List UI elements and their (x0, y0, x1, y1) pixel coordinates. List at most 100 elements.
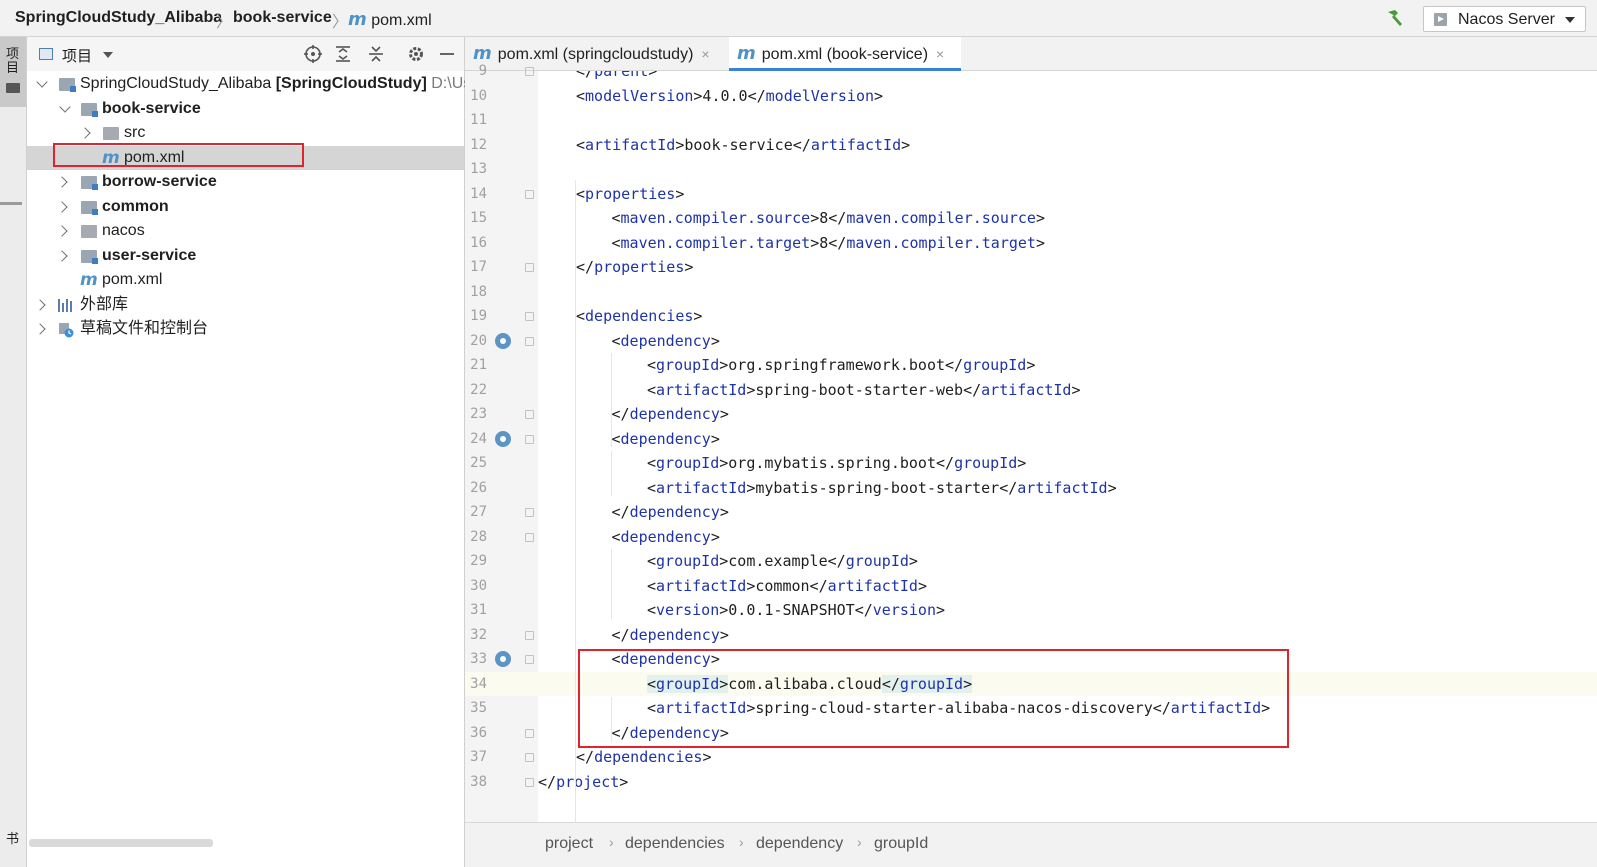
tree-item-root-pom[interactable]: m pom.xml (27, 268, 464, 292)
fold-marker-icon[interactable] (525, 336, 534, 346)
code-line[interactable]: </dependency> (612, 500, 729, 525)
chevron-right-icon[interactable] (79, 127, 91, 139)
build-hammer-icon[interactable] (1384, 7, 1406, 29)
tree-item-src[interactable]: src (27, 121, 464, 145)
breadcrumb-dependency[interactable]: dependency (756, 835, 843, 853)
chevron-down-icon[interactable] (59, 101, 71, 113)
fold-marker-icon[interactable] (525, 434, 534, 444)
fold-marker-icon[interactable] (525, 753, 534, 762)
dependency-update-icon[interactable] (495, 430, 511, 447)
tree-item-scratches[interactable]: 草稿文件和控制台 (27, 317, 464, 341)
code-line[interactable]: <modelVersion>4.0.0</modelVersion> (576, 84, 883, 109)
fold-marker-icon[interactable] (525, 777, 534, 787)
run-configuration-select[interactable]: Nacos Server (1423, 6, 1586, 32)
chevron-right-icon[interactable] (56, 176, 68, 188)
project-panel-title[interactable]: 项目 (62, 45, 92, 66)
fold-marker-icon[interactable] (525, 312, 534, 321)
dependency-update-icon[interactable] (495, 332, 511, 349)
code-line[interactable]: <version>0.0.1-SNAPSHOT</version> (647, 598, 945, 623)
fold-marker-icon[interactable] (525, 655, 534, 664)
code-line[interactable]: <groupId>com.example</groupId> (647, 549, 918, 574)
xml-text: < (647, 454, 657, 472)
xml-text: < (647, 478, 657, 497)
tree-item-root[interactable]: SpringCloudStudy_Alibaba [SpringCloudStu… (27, 72, 471, 96)
code-line[interactable]: </dependency> (612, 402, 729, 427)
tree-item-common[interactable]: common (27, 195, 464, 219)
tree-item-borrow-service[interactable]: borrow-service (27, 170, 464, 194)
fold-marker-icon[interactable] (525, 728, 534, 738)
code-line[interactable]: <maven.compiler.source>8</maven.compiler… (612, 206, 1046, 231)
xml-tag-name: maven.compiler.target (846, 233, 1036, 252)
code-line[interactable]: <artifactId>common</artifactId> (647, 574, 927, 599)
expand-all-icon[interactable] (333, 44, 353, 64)
code-line[interactable]: <dependency> (612, 427, 720, 452)
breadcrumb-separator: › (857, 834, 862, 850)
xml-text: > (719, 625, 729, 644)
code-line[interactable]: </parent> (576, 71, 657, 84)
code-line[interactable]: <artifactId>mybatis-spring-boot-starter<… (647, 476, 1117, 501)
line-number: 31 (470, 602, 487, 618)
bookmarks-tool-label[interactable]: 书 (6, 832, 20, 846)
xml-tag-name: modelVersion (585, 86, 694, 105)
code-line[interactable]: <artifactId>spring-boot-starter-web</art… (647, 378, 1081, 403)
chevron-down-icon[interactable] (36, 76, 48, 88)
tree-item-label: borrow-service (102, 173, 217, 190)
fold-marker-icon[interactable] (525, 189, 534, 199)
code-line[interactable]: <maven.compiler.target>8</maven.compiler… (612, 231, 1046, 256)
fold-marker-icon[interactable] (525, 630, 534, 640)
collapse-all-icon[interactable] (366, 44, 386, 64)
code-line[interactable]: </project> (538, 770, 628, 795)
horizontal-scrollbar[interactable] (29, 839, 213, 847)
code-line[interactable]: </properties> (576, 255, 693, 280)
code-line[interactable]: <groupId>org.mybatis.spring.boot</groupI… (647, 451, 1026, 476)
close-icon[interactable]: × (701, 46, 709, 62)
code-line[interactable]: </dependency> (612, 623, 729, 648)
fold-marker-icon[interactable] (525, 508, 534, 517)
chevron-right-icon[interactable] (56, 225, 68, 237)
module-folder-icon (81, 176, 98, 190)
breadcrumb-module[interactable]: book-service (233, 9, 332, 27)
xml-text: > (1017, 454, 1027, 472)
tree-item-external-libraries[interactable]: 外部库 (27, 293, 464, 317)
xml-tag-name: dependencies (594, 748, 703, 766)
breadcrumb-project[interactable]: SpringCloudStudy_Alibaba (15, 9, 222, 27)
code-line[interactable]: <dependencies> (576, 304, 702, 329)
chevron-down-icon[interactable] (103, 52, 113, 58)
chevron-right-icon[interactable] (56, 201, 68, 213)
breadcrumb-dependencies[interactable]: dependencies (625, 835, 725, 853)
xml-text: > (936, 601, 946, 619)
dependency-update-icon[interactable] (495, 651, 511, 667)
code-line[interactable]: <groupId>org.springframework.boot</group… (647, 353, 1035, 378)
line-number: 20 (470, 332, 487, 349)
xml-tag-name: version (656, 601, 720, 619)
fold-marker-icon[interactable] (525, 67, 534, 76)
tab-pom-book-service[interactable]: m pom.xml (book-service) × (729, 37, 961, 71)
code-line[interactable]: <artifactId>book-service</artifactId> (576, 133, 910, 158)
fold-marker-icon[interactable] (525, 532, 534, 542)
hide-panel-icon[interactable] (437, 44, 457, 64)
line-number: 9 (478, 63, 487, 79)
locate-file-icon[interactable] (303, 44, 323, 64)
gear-icon[interactable] (406, 44, 426, 64)
breadcrumb-file[interactable]: m pom.xml (348, 9, 432, 30)
breadcrumb-project[interactable]: project (545, 835, 593, 853)
tree-item-user-service[interactable]: user-service (27, 244, 464, 268)
fold-marker-icon[interactable] (525, 410, 534, 419)
chevron-right-icon[interactable] (56, 250, 68, 262)
chevron-right-icon[interactable] (34, 299, 46, 311)
tab-pom-springcloudstudy[interactable]: m pom.xml (springcloudstudy) × (473, 37, 725, 71)
xml-tag-name: groupId (656, 356, 720, 374)
breadcrumb-groupId[interactable]: groupId (874, 835, 928, 853)
tree-item-nacos[interactable]: nacos (27, 219, 464, 243)
xml-text: < (576, 86, 586, 105)
xml-text: > (874, 86, 884, 105)
code-line[interactable]: <dependency> (612, 525, 720, 550)
close-icon[interactable]: × (936, 46, 944, 62)
code-line[interactable]: </dependencies> (576, 745, 711, 770)
chevron-right-icon[interactable] (34, 323, 46, 335)
fold-marker-icon[interactable] (525, 263, 534, 272)
code-line[interactable]: <properties> (576, 182, 684, 207)
tree-item-book-service[interactable]: book-service (27, 97, 464, 121)
code-line[interactable]: <dependency> (612, 329, 720, 354)
project-tool-button[interactable]: 项目 (0, 37, 26, 107)
